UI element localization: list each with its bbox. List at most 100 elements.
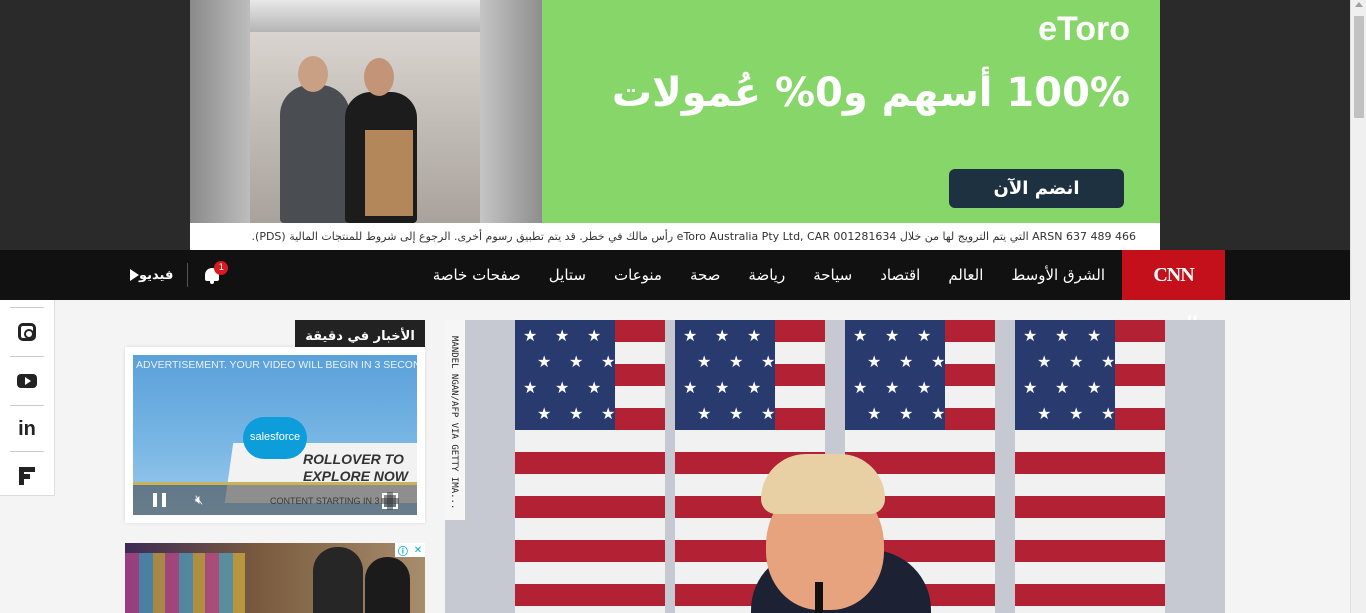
nav-item-economy[interactable]: اقتصاد (880, 266, 920, 284)
star-icon: ★ (867, 352, 882, 371)
star-icon: ★ (1087, 378, 1102, 397)
cnn-arabic-logo[interactable]: CNN بالعربية (1122, 250, 1225, 336)
youtube-link[interactable] (10, 356, 44, 404)
ad-person (365, 557, 410, 613)
nav-menu: الشرق الأوسط العالم اقتصاد سياحة رياضة ص… (405, 250, 1105, 300)
ad-person (313, 547, 363, 613)
star-icon: ★ (729, 352, 744, 371)
star-icon: ★ (523, 378, 538, 397)
video-ad-notice: ADVERTISEMENT. YOUR VIDEO WILL BEGIN IN … (136, 359, 417, 371)
flag-graphic: ★ ★ ★ ★ ★ ★ ★ ★ ★ ★ ★ ★ (515, 320, 665, 613)
star-icon: ★ (1087, 326, 1102, 345)
etoro-logo: eToro (1038, 10, 1130, 48)
salesforce-logo-text: salesforce (250, 431, 301, 443)
star-icon: ★ (761, 352, 776, 371)
star-icon: ★ (683, 378, 698, 397)
ad-headline: 100% أسهم و0% عُمولات (611, 70, 1130, 116)
notifications-button[interactable]: 1 (202, 261, 229, 286)
flipboard-icon (19, 466, 35, 485)
star-icon: ★ (1101, 404, 1116, 423)
instagram-link[interactable] (10, 307, 44, 355)
ad-green-panel: eToro 100% أسهم و0% عُمولات انضم الآن (542, 0, 1160, 223)
star-icon: ★ (569, 404, 584, 423)
video-link[interactable]: فيديو (124, 268, 173, 283)
ad-join-now-button[interactable]: انضم الآن (949, 169, 1124, 208)
ad-slot-machines (125, 553, 245, 613)
casino-advertisement[interactable]: ⓘ ✕ (125, 543, 425, 613)
nav-item-world[interactable]: العالم (948, 266, 983, 284)
star-icon: ★ (1037, 352, 1052, 371)
instagram-icon (18, 322, 36, 341)
nav-item-special-pages[interactable]: صفحات خاصة (433, 266, 521, 284)
star-icon: ★ (885, 378, 900, 397)
star-icon: ★ (747, 326, 762, 345)
star-icon: ★ (537, 404, 552, 423)
youtube-icon (17, 373, 37, 388)
video-controls: 🔇︎ CONTENT STARTING IN 3 (133, 485, 417, 515)
content-starting-text: CONTENT STARTING IN 3 (270, 496, 380, 506)
nav-item-middle-east[interactable]: الشرق الأوسط (1011, 266, 1105, 284)
video-card: ADVERTISEMENT. YOUR VIDEO WILL BEGIN IN … (125, 347, 425, 523)
nav-item-sport[interactable]: رياضة (748, 266, 785, 284)
portrait-hair (761, 454, 885, 514)
star-icon: ★ (1023, 326, 1038, 345)
star-icon: ★ (761, 404, 776, 423)
photo-credit: MANDEL NGAN/AFP VIA GETTY IMA... (445, 320, 465, 520)
star-icon: ★ (729, 404, 744, 423)
star-icon: ★ (555, 378, 570, 397)
nav-divider (187, 263, 189, 287)
star-icon: ★ (537, 352, 552, 371)
rollover-line1: ROLLOVER TO (303, 451, 404, 467)
star-icon: ★ (747, 378, 762, 397)
star-icon: ★ (715, 326, 730, 345)
star-icon: ★ (587, 378, 602, 397)
etoro-advertisement[interactable]: eToro 100% أسهم و0% عُمولات انضم الآن AR… (190, 0, 1160, 250)
notification-badge: 1 (214, 261, 229, 275)
star-icon: ★ (569, 352, 584, 371)
ad-disclaimer: ARSN 637 489 466 التي يتم الترويج لها من… (190, 223, 1160, 250)
nav-item-variety[interactable]: منوعات (614, 266, 662, 284)
mute-icon[interactable]: 🔇︎ (195, 494, 203, 507)
star-icon: ★ (853, 326, 868, 345)
page-scrollbar[interactable] (1350, 0, 1366, 613)
star-icon: ★ (1069, 404, 1084, 423)
star-icon: ★ (697, 404, 712, 423)
star-icon: ★ (683, 326, 698, 345)
linkedin-icon: in (18, 418, 36, 440)
star-icon: ★ (601, 404, 616, 423)
star-icon: ★ (1055, 326, 1070, 345)
star-icon: ★ (555, 326, 570, 345)
flipboard-link[interactable] (10, 451, 44, 499)
microphone (815, 582, 823, 613)
star-icon: ★ (523, 326, 538, 345)
hero-image[interactable]: ★ ★ ★ ★ ★ ★ ★ ★ ★ ★ ★ ★ ★ ★ ★ ★ ★ ★ ★ ★ ★ ★ ★ ★ ★ ★ ★ ★ ★ ★ ★ ★ ★ ★ ★ ★ ★… (445, 320, 1225, 613)
video-player[interactable]: ADVERTISEMENT. YOUR VIDEO WILL BEGIN IN … (133, 355, 417, 515)
star-icon: ★ (899, 404, 914, 423)
star-icon: ★ (1023, 378, 1038, 397)
pause-icon[interactable] (153, 493, 166, 507)
star-icon: ★ (1037, 404, 1052, 423)
nav-item-health[interactable]: صحة (690, 266, 720, 284)
fullscreen-icon[interactable] (381, 492, 399, 510)
star-icon: ★ (1055, 378, 1070, 397)
nav-item-travel[interactable]: سياحة (813, 266, 852, 284)
ad-photo (190, 0, 542, 223)
star-icon: ★ (867, 404, 882, 423)
linkedin-link[interactable]: in (10, 405, 44, 453)
scrollbar-thumb[interactable] (1354, 16, 1364, 118)
video-link-label: فيديو (139, 267, 174, 283)
star-icon: ★ (601, 352, 616, 371)
flag-graphic: ★ ★ ★ ★ ★ ★ ★ ★ ★ ★ ★ ★ (1015, 320, 1165, 613)
adchoices-icon[interactable]: ⓘ ✕ (395, 543, 425, 558)
scroll-up-arrow-icon[interactable] (1355, 2, 1363, 7)
star-icon: ★ (1101, 352, 1116, 371)
star-icon: ★ (931, 404, 946, 423)
nav-item-style[interactable]: ستايل (549, 266, 586, 284)
star-icon: ★ (853, 378, 868, 397)
play-icon (130, 269, 139, 281)
rollover-text[interactable]: ROLLOVER TO EXPLORE NOW (303, 451, 408, 485)
photo-credit-text: MANDEL NGAN/AFP VIA GETTY IMA... (449, 336, 459, 510)
star-icon: ★ (697, 352, 712, 371)
star-icon: ★ (1069, 352, 1084, 371)
star-icon: ★ (917, 326, 932, 345)
